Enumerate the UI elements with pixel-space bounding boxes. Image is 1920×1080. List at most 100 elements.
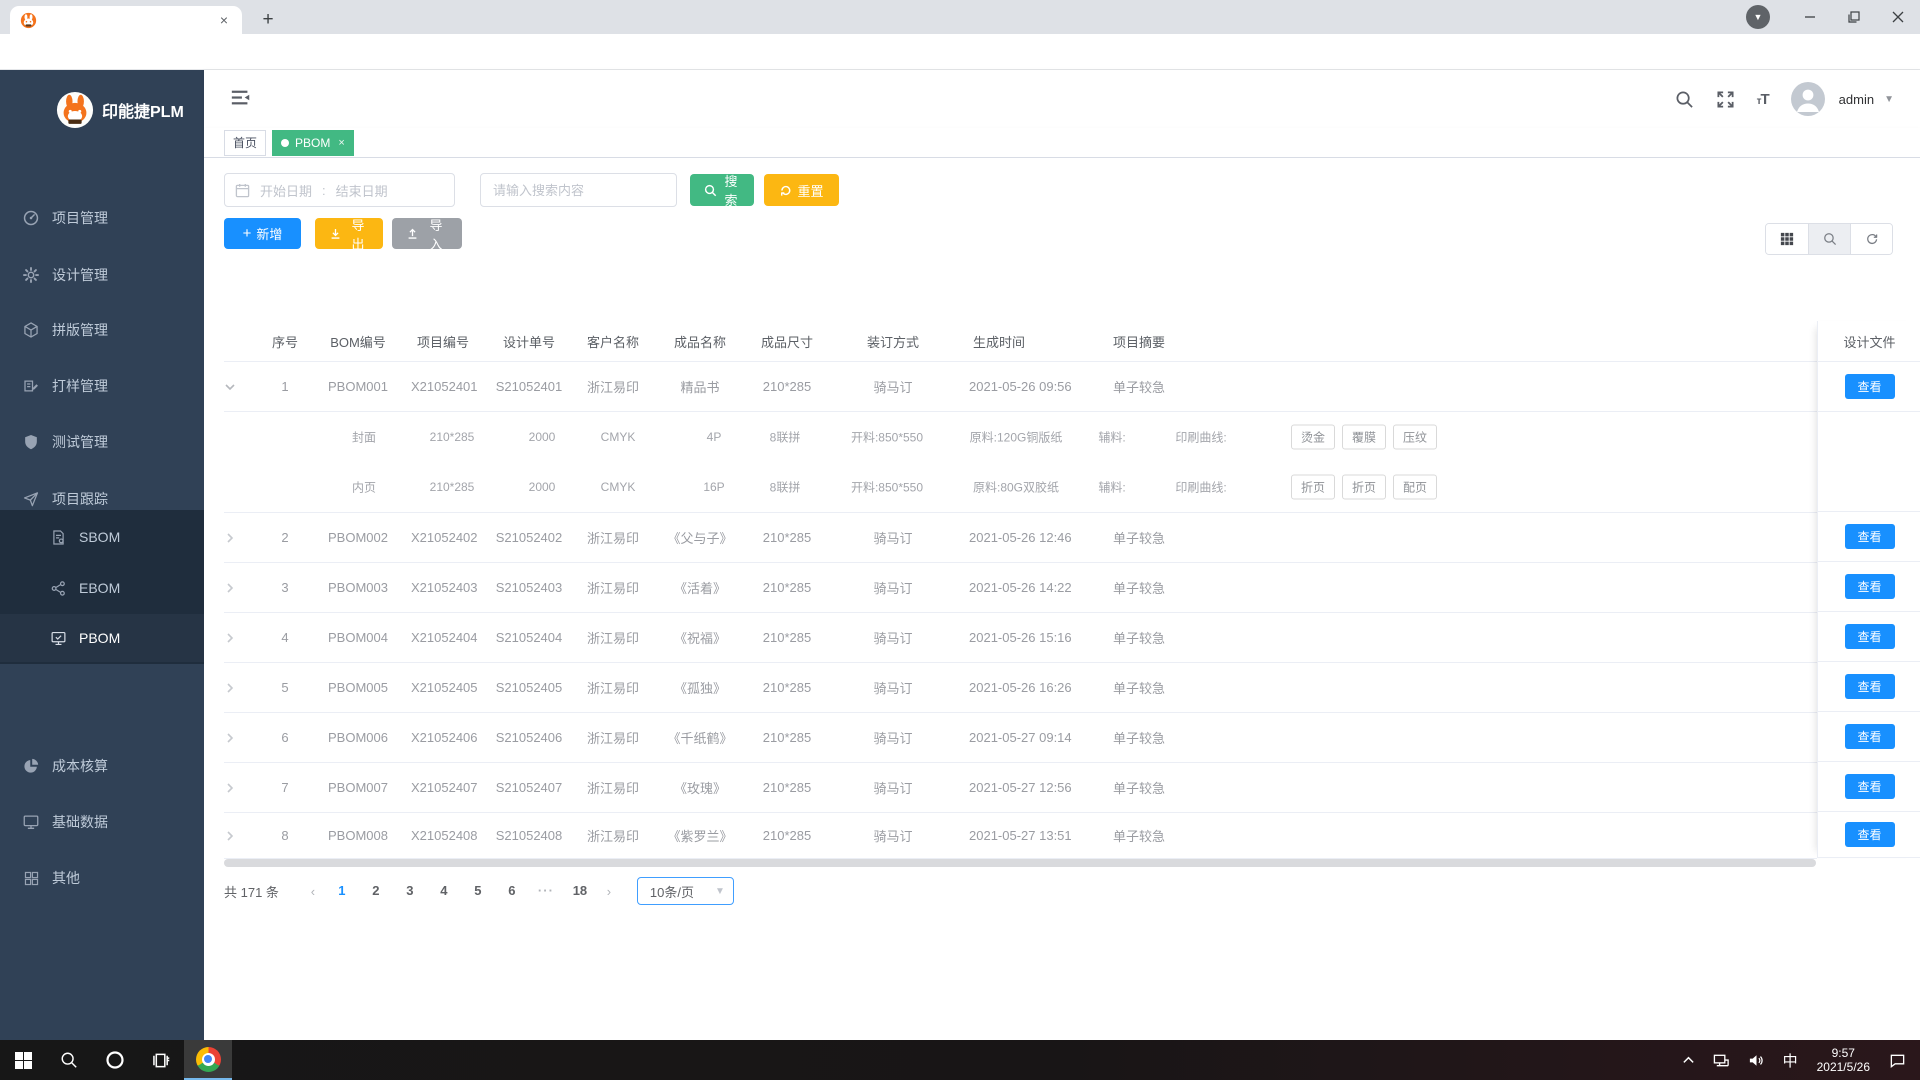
date-range-input[interactable]: 开始日期 : 结束日期 — [224, 173, 455, 207]
sidebar-item-gear[interactable]: 设计管理 — [0, 252, 204, 298]
pinned-cell: 查看 — [1818, 812, 1920, 858]
app-title: 印能捷PLM — [102, 104, 184, 121]
page-number[interactable]: 6 — [498, 877, 526, 905]
process-tag[interactable]: 配页 — [1393, 474, 1438, 500]
plus-icon: + — [242, 225, 252, 242]
sidebar-item-pie[interactable]: 成本核算 — [0, 743, 204, 789]
reset-button[interactable]: 重置 — [764, 174, 839, 206]
add-button[interactable]: + 新增 — [224, 218, 301, 249]
collapse-row-icon[interactable] — [224, 381, 265, 393]
view-button[interactable]: 查看 — [1844, 374, 1895, 399]
sidebar-item-proof[interactable]: 打样管理 — [0, 363, 204, 409]
cell-bom: PBOM003 — [328, 580, 388, 595]
cortana-icon[interactable] — [92, 1040, 138, 1080]
horizontal-scrollbar[interactable] — [224, 859, 1816, 867]
view-button[interactable]: 查看 — [1844, 724, 1895, 749]
username-label[interactable]: admin — [1839, 92, 1874, 107]
page-number[interactable]: 18 — [566, 877, 594, 905]
view-button[interactable]: 查看 — [1844, 624, 1895, 649]
sidebar-item-display[interactable]: 基础数据 — [0, 799, 204, 845]
cell-design: S21052404 — [495, 630, 563, 645]
page-number[interactable]: 5 — [464, 877, 492, 905]
cell-customer: 浙江易印 — [586, 631, 639, 646]
user-avatar[interactable] — [1790, 82, 1825, 116]
sidebar-item-dashboard[interactable]: 项目管理 — [0, 195, 204, 241]
import-button[interactable]: 导入 — [392, 218, 462, 252]
header-search-icon[interactable] — [1675, 90, 1694, 109]
expand-row-icon[interactable] — [224, 582, 265, 594]
page-number[interactable]: 2 — [362, 877, 390, 905]
view-button[interactable]: 查看 — [1844, 574, 1895, 599]
subcell-material: 原料:120G铜版纸 — [969, 430, 1063, 445]
tab-首页[interactable]: 首页 — [224, 129, 267, 156]
view-button[interactable]: 查看 — [1844, 524, 1895, 549]
process-tag[interactable]: 覆膜 — [1342, 424, 1387, 450]
table-row: 8 PBOM008 X21052408 S21052408 浙江易印 《紫罗兰》 210*2… — [224, 813, 1817, 859]
prev-page-icon[interactable]: ‹ — [301, 884, 325, 899]
sidebar-item-cube[interactable]: 拼版管理 — [0, 307, 204, 353]
process-tag[interactable]: 压纹 — [1393, 424, 1438, 450]
pinned-cell: 查看 — [1818, 712, 1920, 762]
browser-profile-icon[interactable]: ▼ — [1746, 5, 1770, 29]
expand-row-icon[interactable] — [224, 830, 265, 842]
refresh-icon[interactable] — [1850, 224, 1892, 254]
taskbar-chrome-icon[interactable] — [184, 1040, 232, 1080]
page-number[interactable]: 4 — [430, 877, 458, 905]
sidebar-item-sbom[interactable]: SBOM — [0, 513, 204, 561]
process-tag[interactable]: 烫金 — [1291, 424, 1336, 450]
grid-view-icon[interactable] — [1766, 224, 1808, 254]
tab-pbom[interactable]: PBOM × — [272, 129, 354, 156]
search-button[interactable]: 搜索 — [690, 174, 754, 208]
view-button[interactable]: 查看 — [1844, 822, 1895, 847]
expand-row-icon[interactable] — [224, 782, 265, 794]
view-button[interactable]: 查看 — [1844, 674, 1895, 699]
font-size-icon[interactable]: тT — [1757, 91, 1770, 108]
table-tools-group — [1765, 223, 1893, 255]
page-size-select[interactable]: 10条/页 ▼ — [636, 877, 734, 905]
window-maximize-button[interactable] — [1832, 0, 1876, 34]
browser-tab[interactable]: × — [10, 6, 242, 34]
column-header: 装订方式 — [866, 334, 919, 350]
window-close-button[interactable] — [1876, 0, 1920, 34]
network-icon[interactable] — [1704, 1040, 1739, 1080]
export-button[interactable]: 导出 — [315, 218, 383, 252]
rabbit-logo-icon — [56, 91, 94, 129]
cell-seq: 8 — [281, 828, 289, 843]
next-page-icon[interactable]: › — [597, 884, 621, 899]
taskbar-clock[interactable]: 9:57 2021/5/26 — [1807, 1046, 1880, 1074]
sidebar-item-grid[interactable]: 其他 — [0, 855, 204, 901]
search-input[interactable] — [481, 182, 676, 198]
expand-row-icon[interactable] — [224, 732, 265, 744]
subcell-size: 210*285 — [429, 480, 475, 494]
taskbar-search-icon[interactable] — [46, 1040, 92, 1080]
process-tag[interactable]: 折页 — [1291, 474, 1336, 500]
user-caret-icon[interactable]: ▼ — [1884, 94, 1894, 105]
expand-row-icon[interactable] — [224, 632, 265, 644]
sidebar-item-ebom[interactable]: EBOM — [0, 564, 204, 612]
page-number[interactable]: 1 — [328, 877, 356, 905]
zoom-search-icon[interactable] — [1808, 224, 1850, 254]
cell-binding: 骑马订 — [873, 781, 913, 796]
new-tab-button[interactable]: + — [256, 8, 280, 32]
window-minimize-button[interactable] — [1788, 0, 1832, 34]
tab-close-icon[interactable]: × — [216, 12, 232, 28]
volume-icon[interactable] — [1739, 1040, 1774, 1080]
sidebar-collapse-icon[interactable] — [230, 87, 252, 109]
page-number[interactable]: 3 — [396, 877, 424, 905]
view-button[interactable]: 查看 — [1844, 774, 1895, 799]
tab-close-icon[interactable]: × — [338, 131, 344, 155]
process-tag[interactable]: 折页 — [1342, 474, 1387, 500]
ime-indicator[interactable]: 中 — [1774, 1040, 1807, 1080]
cell-time: 2021-05-26 14:22 — [969, 580, 1072, 595]
start-button-icon[interactable] — [0, 1040, 46, 1080]
expand-row-icon[interactable] — [224, 532, 265, 544]
cell-bom: PBOM001 — [328, 379, 388, 394]
task-view-icon[interactable] — [138, 1040, 184, 1080]
expand-row-icon[interactable] — [224, 682, 265, 694]
sidebar-item-pbom[interactable]: PBOM — [0, 614, 204, 662]
fullscreen-icon[interactable] — [1716, 90, 1735, 109]
action-center-icon[interactable] — [1880, 1040, 1920, 1080]
sidebar-item-shield[interactable]: 测试管理 — [0, 419, 204, 465]
subcell-size: 210*285 — [429, 430, 475, 444]
tray-chevron-up-icon[interactable] — [1673, 1040, 1704, 1080]
